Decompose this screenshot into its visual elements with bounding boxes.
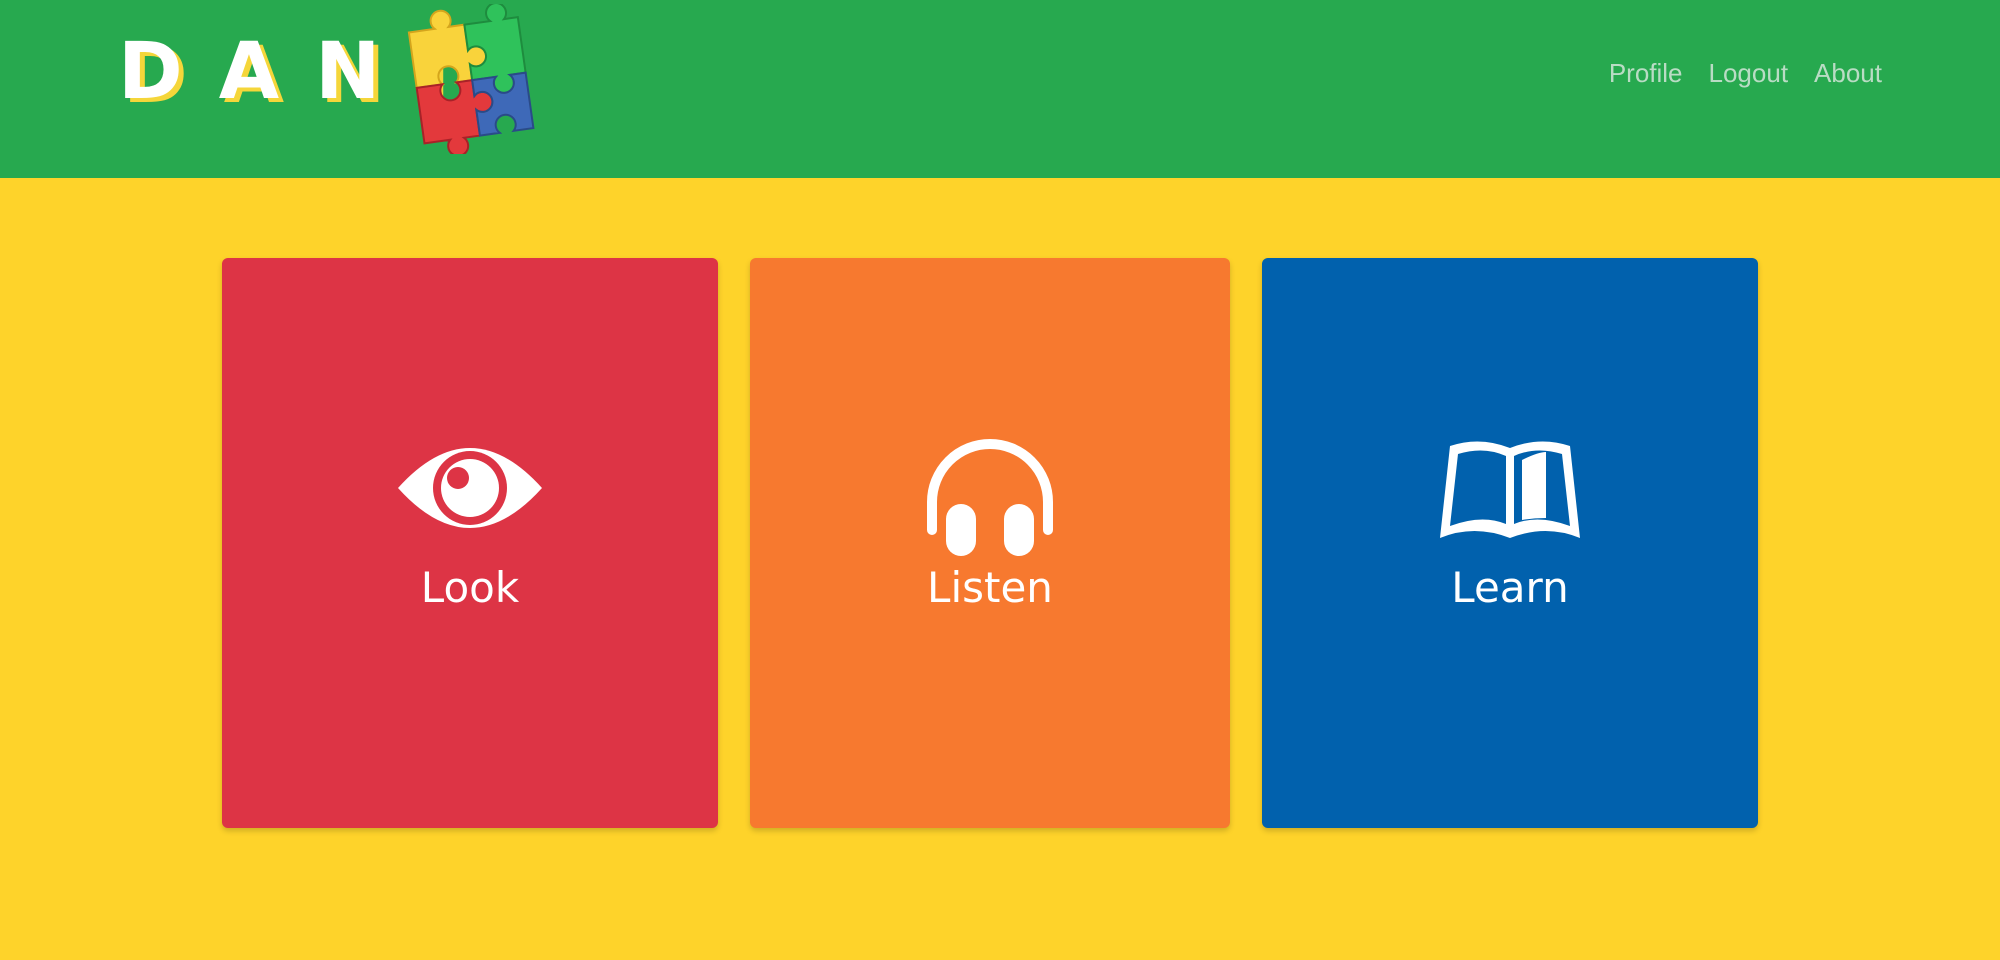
look-card[interactable]: Look (222, 258, 718, 828)
nav-about-link[interactable]: About (1814, 58, 1882, 89)
listen-card[interactable]: Listen (750, 258, 1230, 828)
eye-icon (398, 448, 542, 528)
puzzle-logo-icon[interactable] (398, 4, 548, 154)
nav-profile-link[interactable]: Profile (1609, 58, 1683, 89)
header: DANI Profile Logout About (0, 0, 2000, 178)
learn-label: Learn (1451, 563, 1569, 612)
listen-label: Listen (927, 563, 1053, 612)
nav-logout-link[interactable]: Logout (1709, 58, 1789, 89)
look-label: Look (420, 563, 520, 612)
headphones-icon (927, 439, 1053, 556)
learn-card[interactable]: Learn (1262, 258, 1758, 828)
top-nav: Profile Logout About (1609, 58, 1882, 89)
open-book-icon (1440, 441, 1580, 538)
